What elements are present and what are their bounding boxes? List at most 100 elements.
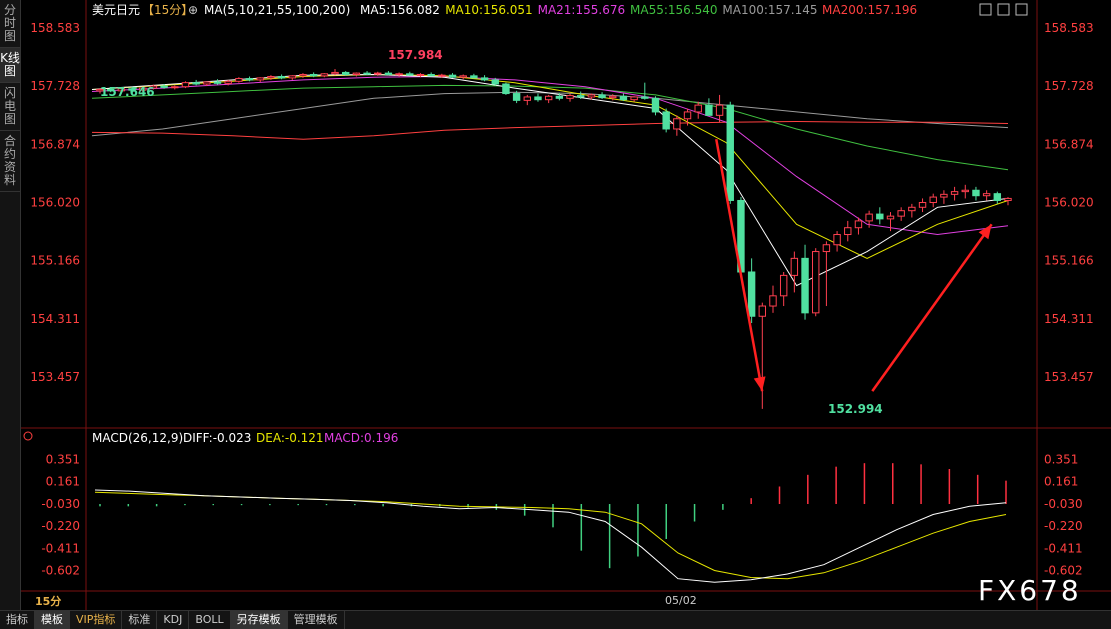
price-tick-label: 154.311: [1044, 312, 1094, 326]
tab-boll[interactable]: BOLL: [189, 611, 231, 629]
price-tick-label: 154.311: [30, 312, 80, 326]
macd-dea: DEA:-0.121: [256, 431, 324, 445]
candle-body: [694, 104, 702, 113]
candle-body: [769, 295, 777, 307]
candle-body: [341, 71, 350, 75]
low-price-label: 152.994: [828, 402, 883, 416]
candle-body: [406, 73, 414, 76]
candle-body: [544, 95, 553, 101]
candle-body: [972, 189, 980, 197]
candle-body: [256, 77, 264, 81]
candle-body: [160, 85, 168, 88]
candle-body: [918, 202, 927, 208]
candle-body: [502, 83, 510, 95]
tab-templates[interactable]: 模板: [35, 611, 70, 629]
candle-body: [1004, 197, 1012, 201]
candle-body: [619, 95, 628, 101]
candle-body: [993, 193, 1002, 201]
candle-body: [171, 86, 179, 89]
candle-body: [790, 257, 799, 276]
sidebar-item-flash-chart[interactable]: 闪电图: [0, 83, 20, 131]
candle-body: [384, 72, 393, 75]
ma-legend-item: MA10:156.051: [445, 3, 533, 17]
candle-body: [448, 74, 457, 78]
candle-body: [523, 96, 531, 101]
macd-tick-label: 0.351: [1044, 453, 1078, 467]
macd-title: MACD(26,12,9): [92, 431, 183, 445]
candle-body: [961, 189, 969, 193]
candle-body: [438, 74, 446, 77]
price-tick-label: 153.457: [30, 370, 80, 384]
macd-tick-label: 0.161: [46, 475, 80, 489]
macd-tick-label: -0.030: [1044, 497, 1083, 511]
candle-body: [181, 82, 190, 88]
candle-body: [245, 78, 254, 81]
candle-body: [577, 95, 585, 98]
period-indicator: 15分: [35, 594, 61, 608]
candle-body: [833, 234, 841, 246]
tab-save-template[interactable]: 另存模板: [230, 611, 288, 629]
ma-legend-item: MA100:157.145: [722, 3, 817, 17]
candle-body: [299, 73, 307, 77]
chart-background: [0, 0, 1111, 610]
candle-body: [288, 75, 296, 79]
candle-body: [277, 76, 286, 79]
high-price-label: 157.984: [388, 48, 443, 62]
candle-body: [844, 227, 852, 236]
candle-body: [512, 93, 521, 101]
macd-tick-label: -0.030: [41, 497, 80, 511]
ma-legend-item: MA200:157.196: [822, 3, 917, 17]
price-tick-label: 156.020: [30, 196, 80, 210]
candle-body: [897, 210, 905, 217]
tab-manage-templates[interactable]: 管理模板: [288, 611, 345, 629]
candle-body: [822, 244, 831, 253]
price-tick-label: 156.874: [1044, 137, 1094, 151]
sidebar-item-kline-chart[interactable]: K线图: [0, 48, 20, 83]
candle-body: [982, 193, 991, 197]
tab-indicators[interactable]: 指标: [0, 611, 35, 629]
candle-body: [374, 72, 382, 75]
price-tick-label: 158.583: [30, 21, 80, 35]
macd-tick-label: -0.220: [1044, 519, 1083, 533]
candle-body: [705, 104, 713, 116]
candle-body: [726, 104, 734, 201]
candle-body: [192, 82, 200, 85]
candle-body: [213, 81, 222, 84]
candle-body: [865, 213, 873, 222]
date-tick-label: 05/02: [665, 594, 697, 607]
ma-legend-item: MA55:156.540: [630, 3, 718, 17]
ma-params-label: MA(5,10,21,55,100,200): [204, 3, 350, 17]
macd-tick-label: -0.220: [41, 519, 80, 533]
macd-tick-label: -0.602: [41, 564, 80, 578]
candle-body: [352, 72, 361, 75]
price-tick-label: 157.728: [1044, 79, 1094, 93]
candle-body: [491, 79, 499, 85]
watermark-logo: FX678: [978, 574, 1082, 607]
price-tick-label: 158.583: [1044, 21, 1094, 35]
tab-vip-indicators[interactable]: VIP指标: [70, 611, 123, 629]
settings-icon[interactable]: ⊕: [188, 3, 198, 17]
candle-body: [715, 104, 724, 116]
candle-body: [630, 96, 638, 101]
sidebar-item-time-chart[interactable]: 分时图: [0, 0, 20, 48]
candle-body: [534, 96, 542, 101]
candle-body: [480, 77, 489, 81]
candle-body: [683, 111, 692, 120]
candle-body: [416, 73, 425, 76]
price-tick-label: 156.020: [1044, 196, 1094, 210]
candle-body: [940, 193, 948, 198]
period-label[interactable]: 【15分】: [142, 3, 193, 17]
tab-standard[interactable]: 标准: [122, 611, 158, 629]
sidebar-item-contract-info[interactable]: 合约资料: [0, 131, 20, 192]
candle-body: [651, 97, 660, 113]
chart-canvas[interactable]: 美元日元 【15分】 ⊕ MA(5,10,21,55,100,200) MA5:…: [0, 0, 1111, 610]
symbol-label: 美元日元: [92, 3, 140, 17]
price-tick-label: 157.728: [30, 79, 80, 93]
macd-tick-label: 0.351: [46, 453, 80, 467]
candle-body: [929, 196, 937, 204]
candle-body: [854, 220, 863, 229]
macd-tick-label: -0.411: [41, 541, 80, 555]
tab-kdj[interactable]: KDJ: [157, 611, 190, 629]
candle-body: [801, 257, 809, 314]
candle-body: [641, 96, 649, 99]
